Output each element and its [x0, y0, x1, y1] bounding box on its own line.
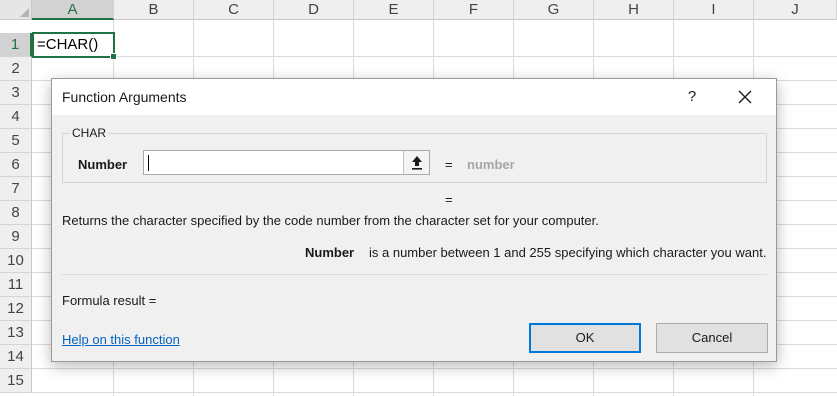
- row-header-3[interactable]: 3: [0, 81, 32, 105]
- argument-value-hint: number: [467, 157, 515, 172]
- close-button[interactable]: [732, 85, 758, 109]
- gridline: [32, 368, 837, 369]
- column-header-b[interactable]: B: [114, 0, 194, 20]
- collapse-arrow-icon: [412, 156, 422, 170]
- function-arguments-dialog: Function Arguments ? CHAR Number = numbe…: [51, 78, 777, 362]
- row-header-2[interactable]: 2: [0, 57, 32, 81]
- text-caret: [148, 155, 149, 171]
- row-header-1[interactable]: 1: [0, 33, 32, 57]
- row-header-8[interactable]: 8: [0, 201, 32, 225]
- column-header-d[interactable]: D: [274, 0, 354, 20]
- column-header-h[interactable]: H: [594, 0, 674, 20]
- row-header-7[interactable]: 7: [0, 177, 32, 201]
- help-icon: ?: [687, 88, 697, 105]
- argument-description-name: Number: [305, 245, 355, 260]
- column-header-f[interactable]: F: [434, 0, 514, 20]
- column-header-i[interactable]: I: [674, 0, 754, 20]
- gridline: [32, 56, 837, 57]
- function-description: Returns the character specified by the c…: [62, 213, 599, 228]
- argument-description-text: is a number between 1 and 255 specifying…: [369, 245, 767, 260]
- number-argument-label: Number: [78, 157, 128, 172]
- gridline: [32, 392, 837, 393]
- row-header-14[interactable]: 14: [0, 345, 32, 369]
- row-header-13[interactable]: 13: [0, 321, 32, 345]
- column-header-e[interactable]: E: [354, 0, 434, 20]
- column-header-g[interactable]: G: [514, 0, 594, 20]
- cell-a1[interactable]: =CHAR(): [32, 32, 117, 60]
- collapse-dialog-button[interactable]: [403, 151, 429, 174]
- row-header-15[interactable]: 15: [0, 369, 32, 393]
- cancel-button[interactable]: Cancel: [656, 323, 768, 353]
- fill-handle[interactable]: [110, 53, 117, 60]
- cell-a1-formula: =CHAR(): [37, 36, 99, 53]
- number-argument-input[interactable]: [143, 150, 430, 175]
- select-all-corner[interactable]: [0, 0, 32, 20]
- argument-equals-sign: =: [445, 157, 453, 172]
- formula-result-label: Formula result =: [62, 293, 157, 308]
- function-result-equals-sign: =: [445, 192, 453, 207]
- column-header-c[interactable]: C: [194, 0, 274, 20]
- ok-button[interactable]: OK: [529, 323, 641, 353]
- row-header-9[interactable]: 9: [0, 225, 32, 249]
- row-header-6[interactable]: 6: [0, 153, 32, 177]
- function-name-legend: CHAR: [70, 126, 109, 140]
- divider: [62, 274, 767, 275]
- row-header-11[interactable]: 11: [0, 273, 32, 297]
- dialog-title: Function Arguments: [62, 89, 187, 105]
- help-on-function-link[interactable]: Help on this function: [62, 332, 180, 347]
- row-header-5[interactable]: 5: [0, 129, 32, 153]
- row-header-10[interactable]: 10: [0, 249, 32, 273]
- row-header-4[interactable]: 4: [0, 105, 32, 129]
- row-header-12[interactable]: 12: [0, 297, 32, 321]
- close-icon: [738, 90, 752, 104]
- help-button[interactable]: ?: [680, 85, 704, 109]
- column-header-a[interactable]: A: [32, 0, 114, 20]
- column-header-j[interactable]: J: [754, 0, 837, 20]
